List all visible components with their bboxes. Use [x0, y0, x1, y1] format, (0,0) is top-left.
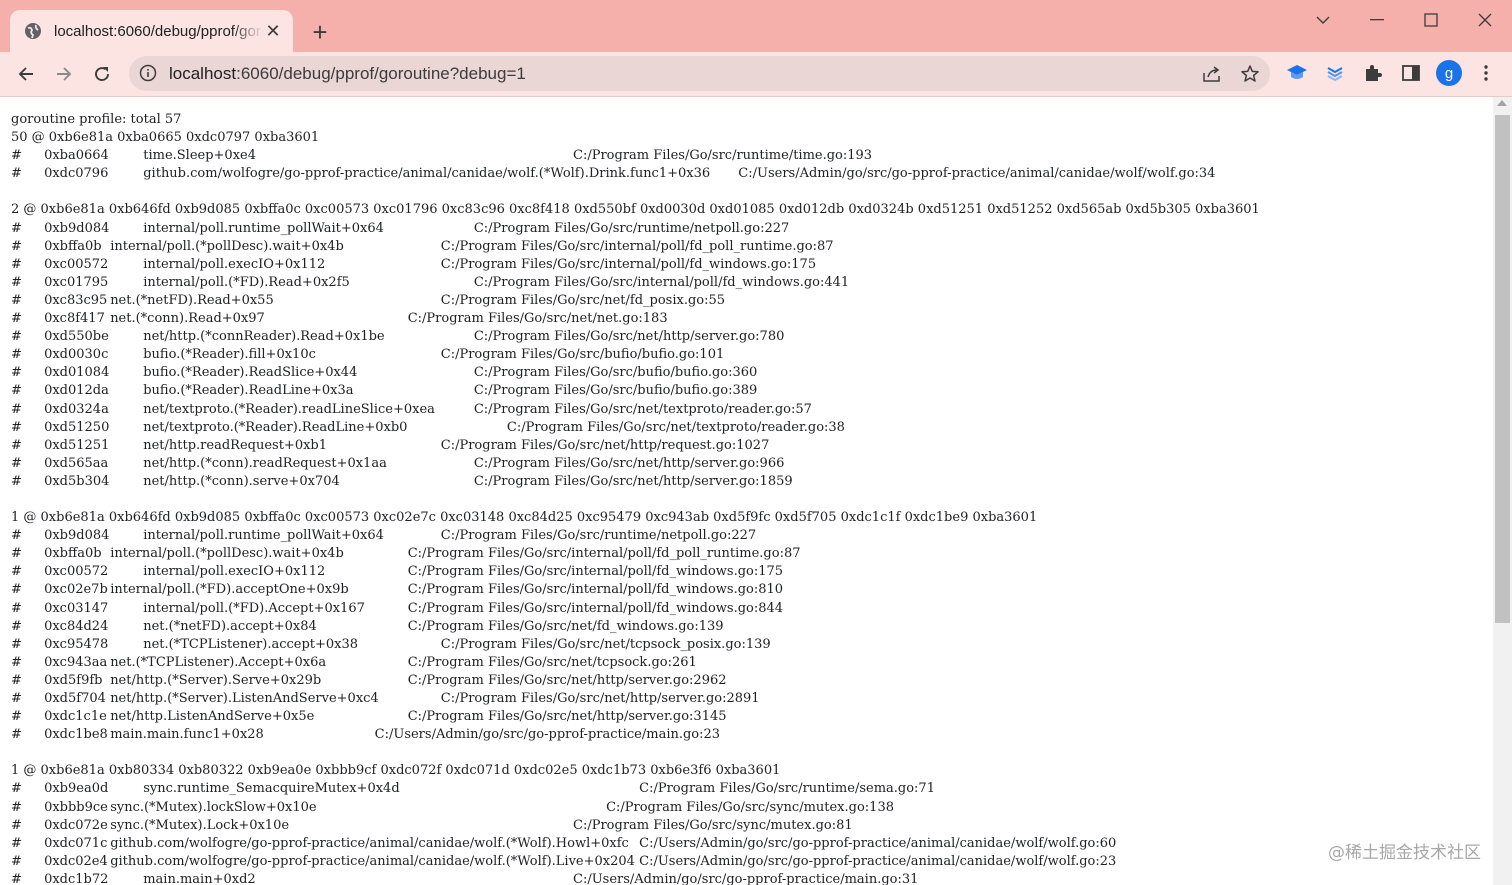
browser-tab-active[interactable]: localhost:6060/debug/pprof/goroutine?deb…	[10, 10, 293, 52]
site-info-icon[interactable]	[139, 64, 157, 82]
tab-title: localhost:6060/debug/pprof/goroutine?deb…	[54, 22, 263, 40]
watermark: @稀土掘金技术社区	[1328, 843, 1481, 863]
address-bar[interactable]: localhost:6060/debug/pprof/goroutine?deb…	[129, 56, 1270, 91]
globe-icon	[24, 22, 42, 40]
new-tab-button[interactable]: +	[306, 17, 334, 47]
profile-avatar[interactable]: g	[1436, 60, 1462, 86]
url-text[interactable]: localhost:6060/debug/pprof/goroutine?deb…	[169, 64, 526, 84]
goroutine-profile-text: goroutine profile: total 57 50 @ 0xb6e81…	[11, 112, 1260, 885]
scrollbar-thumb[interactable]	[1495, 115, 1510, 623]
extension-2-icon[interactable]	[1322, 60, 1348, 86]
minimize-icon[interactable]	[1354, 8, 1400, 32]
page-content: goroutine profile: total 57 50 @ 0xb6e81…	[0, 97, 1493, 885]
sidepanel-icon[interactable]	[1398, 60, 1424, 86]
reload-icon[interactable]	[88, 60, 116, 88]
puzzle-icon[interactable]	[1360, 60, 1386, 86]
url-path: :6060/debug/pprof/goroutine?debug=1	[236, 64, 526, 83]
extension-1-icon[interactable]	[1284, 60, 1310, 86]
chevron-down-icon[interactable]	[1300, 8, 1346, 32]
bookmark-star-icon[interactable]	[1239, 63, 1261, 85]
tab-strip: localhost:6060/debug/pprof/goroutine?deb…	[0, 0, 1512, 52]
vertical-scrollbar[interactable]	[1493, 97, 1512, 885]
close-icon[interactable]	[1462, 8, 1508, 32]
tab-close-icon[interactable]: ✕	[263, 21, 283, 41]
scroll-up-arrow-icon[interactable]	[1497, 100, 1507, 106]
forward-icon[interactable]	[50, 60, 78, 88]
back-icon[interactable]	[12, 60, 40, 88]
maximize-icon[interactable]	[1408, 8, 1454, 32]
url-host: localhost	[169, 64, 237, 83]
share-icon[interactable]	[1201, 63, 1223, 85]
menu-icon[interactable]	[1473, 60, 1499, 86]
